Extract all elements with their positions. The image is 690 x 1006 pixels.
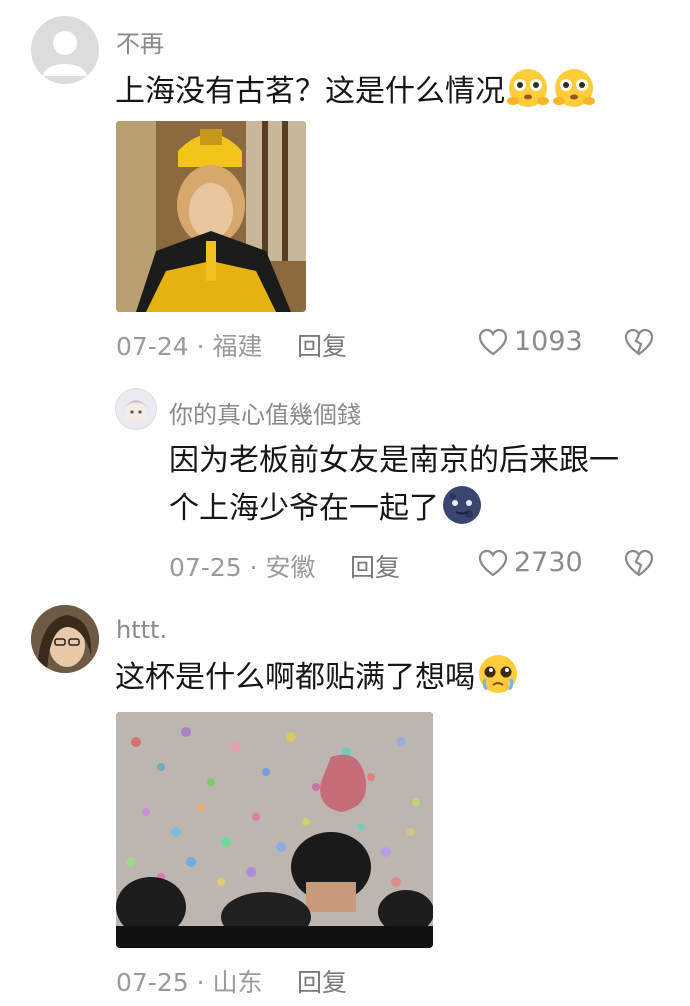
comment-1: 不再 上海没有古茗？这是什么情况 07-24 · 福建 回复 1093 (0, 0, 690, 370)
meta-separator: · (196, 968, 205, 997)
comment-meta: 07-24 · 福建 (116, 327, 263, 363)
comment-location: 安徽 (265, 553, 316, 582)
user-photo-avatar (31, 605, 99, 673)
username[interactable]: httt. (116, 616, 167, 644)
comment-text-body: 这杯是什么啊都贴满了想喝 (115, 660, 475, 695)
flushed-face-emoji (507, 69, 549, 107)
comment-meta: 07-25 · 山东 (116, 963, 263, 999)
reply-button[interactable]: 回复 (297, 963, 347, 999)
comment-text: 因为老板前女友是南京的后来跟一 个上海少爷在一起了 (169, 438, 669, 532)
meta-separator: · (196, 332, 205, 361)
reply-button[interactable]: 回复 (350, 548, 400, 584)
default-avatar-icon (43, 31, 87, 76)
broken-heart-icon (624, 328, 654, 356)
comment-date: 07-25 (116, 968, 189, 997)
like-button[interactable]: 2730 (478, 547, 583, 578)
flushed-face-emoji (553, 69, 595, 107)
comment-text-body: 上海没有古茗？这是什么情况 (115, 74, 505, 109)
heart-icon (478, 328, 508, 355)
dark-moon-face-emoji (443, 486, 481, 524)
comment-2-reply: 你的真心值幾個錢 因为老板前女友是南京的后来跟一 个上海少爷在一起了 07-25… (0, 370, 690, 595)
comment-3: httt. 这杯是什么啊都贴满了想喝 07-25 · 山东 回复 (0, 595, 690, 1006)
comment-location: 山东 (212, 968, 263, 997)
confetti-crowd-image (116, 712, 433, 948)
like-count: 2730 (514, 547, 583, 578)
reply-button[interactable]: 回复 (297, 327, 347, 363)
comment-location: 福建 (212, 332, 263, 361)
comment-text-line-2-body: 个上海少爷在一起了 (169, 491, 439, 526)
dislike-button[interactable] (624, 327, 654, 361)
comment-text-line-2: 个上海少爷在一起了 (169, 484, 669, 532)
comment-text: 这杯是什么啊都贴满了想喝 (115, 653, 675, 701)
dislike-button[interactable] (624, 548, 654, 582)
pleading-teary-face-emoji (479, 655, 517, 693)
broken-heart-icon (624, 549, 654, 577)
avatar[interactable] (115, 388, 157, 430)
comment-image[interactable] (116, 712, 433, 948)
comment-meta: 07-25 · 安徽 (169, 548, 316, 584)
username[interactable]: 不再 (116, 24, 164, 59)
comment-image[interactable] (116, 121, 306, 312)
avatar[interactable] (31, 605, 99, 673)
like-button[interactable]: 1093 (478, 326, 583, 357)
like-count: 1093 (514, 326, 583, 357)
monkey-king-costume-image (116, 121, 306, 312)
comment-text: 上海没有古茗？这是什么情况 (115, 67, 675, 115)
comment-date: 07-25 (169, 553, 242, 582)
heart-icon (478, 549, 508, 576)
avatar[interactable] (31, 16, 99, 84)
meta-separator: · (249, 553, 258, 582)
comment-date: 07-24 (116, 332, 189, 361)
username[interactable]: 你的真心值幾個錢 (169, 395, 361, 430)
anime-avatar-icon (124, 400, 148, 422)
comment-text-line-1: 因为老板前女友是南京的后来跟一 (169, 443, 619, 478)
